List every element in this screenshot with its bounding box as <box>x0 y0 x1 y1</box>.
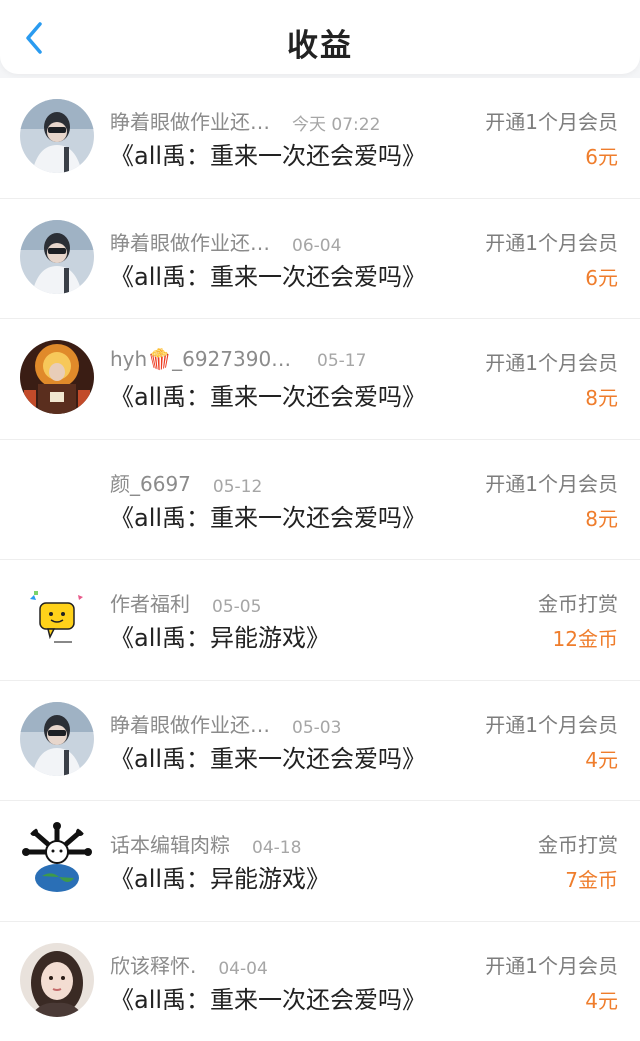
income-type: 开通1个月会员 <box>485 950 618 979</box>
income-type: 开通1个月会员 <box>485 106 618 135</box>
book-title: 《all禹：重来一次还会爱吗》 <box>110 498 426 533</box>
record-time: 05-05 <box>212 597 261 617</box>
record-meta: 睁着眼做作业还… 06-04 <box>110 227 341 256</box>
record-time: 04-04 <box>218 959 267 979</box>
record-meta: 睁着眼做作业还… 今天 07:22 <box>110 106 380 135</box>
record-meta: 睁着眼做作业还… 05-03 <box>110 709 341 738</box>
income-record[interactable]: 颜_6697 05-12 《all禹：重来一次还会爱吗》 开通1个月会员 8元 <box>0 439 640 560</box>
record-meta: 欣该释怀. 04-04 <box>110 950 268 979</box>
book-title: 《all禹：重来一次还会爱吗》 <box>110 980 426 1015</box>
user-name: 作者福利 <box>110 588 190 617</box>
top-bar: 收益 <box>0 0 640 74</box>
user-name: 睁着眼做作业还… <box>110 106 270 135</box>
user-name: 睁着眼做作业还… <box>110 709 270 738</box>
income-record[interactable]: 欣该释怀. 04-04 《all禹：重来一次还会爱吗》 开通1个月会员 4元 <box>0 921 640 1041</box>
avatar[interactable] <box>20 702 94 776</box>
user-name: 睁着眼做作业还… <box>110 227 270 256</box>
record-time: 06-04 <box>292 236 341 256</box>
income-type: 开通1个月会员 <box>485 468 618 497</box>
page-title: 收益 <box>0 20 640 65</box>
income-amount: 12金币 <box>553 623 618 652</box>
income-type: 开通1个月会员 <box>485 709 618 738</box>
income-record[interactable]: 作者福利 05-05 《all禹：异能游戏》 金币打赏 12金币 <box>0 559 640 680</box>
income-amount: 6元 <box>585 262 618 291</box>
income-record[interactable]: hyh🍿_69273906… 05-17 《all禹：重来一次还会爱吗》 开通1个… <box>0 318 640 439</box>
income-record[interactable]: 睁着眼做作业还… 05-03 《all禹：重来一次还会爱吗》 开通1个月会员 4元 <box>0 680 640 801</box>
income-record[interactable]: 话本编辑肉粽 04-18 《all禹：异能游戏》 金币打赏 7金币 <box>0 800 640 921</box>
record-meta: 颜_6697 05-12 <box>110 468 262 497</box>
book-title: 《all禹：重来一次还会爱吗》 <box>110 136 426 171</box>
user-name: 话本编辑肉粽 <box>110 829 230 858</box>
income-record[interactable]: 睁着眼做作业还… 今天 07:22 《all禹：重来一次还会爱吗》 开通1个月会员… <box>0 78 640 198</box>
income-type: 开通1个月会员 <box>485 227 618 256</box>
income-record[interactable]: 睁着眼做作业还… 06-04 《all禹：重来一次还会爱吗》 开通1个月会员 6元 <box>0 198 640 319</box>
record-time: 今天 07:22 <box>292 115 380 135</box>
avatar[interactable] <box>20 822 94 896</box>
user-name: 颜_6697 <box>110 468 191 497</box>
book-title: 《all禹：异能游戏》 <box>110 859 330 894</box>
income-type: 金币打赏 <box>538 829 618 858</box>
avatar[interactable] <box>20 220 94 294</box>
book-title: 《all禹：重来一次还会爱吗》 <box>110 257 426 292</box>
record-time: 05-03 <box>292 718 341 738</box>
income-amount: 4元 <box>585 744 618 773</box>
record-time: 04-18 <box>252 838 301 858</box>
income-amount: 8元 <box>585 503 618 532</box>
income-amount: 6元 <box>585 141 618 170</box>
record-meta: 话本编辑肉粽 04-18 <box>110 829 301 858</box>
book-title: 《all禹：异能游戏》 <box>110 618 330 653</box>
record-meta: hyh🍿_69273906… 05-17 <box>110 347 366 371</box>
user-name: 欣该释怀. <box>110 950 196 979</box>
income-amount: 8元 <box>585 382 618 411</box>
avatar[interactable] <box>20 340 94 414</box>
income-amount: 4元 <box>585 985 618 1014</box>
book-title: 《all禹：重来一次还会爱吗》 <box>110 739 426 774</box>
income-amount: 7金币 <box>565 864 618 893</box>
record-time: 05-12 <box>213 477 262 497</box>
income-type: 开通1个月会员 <box>485 347 618 376</box>
record-meta: 作者福利 05-05 <box>110 588 261 617</box>
income-list: 睁着眼做作业还… 今天 07:22 《all禹：重来一次还会爱吗》 开通1个月会员… <box>0 78 640 1041</box>
income-type: 金币打赏 <box>538 588 618 617</box>
avatar[interactable] <box>20 99 94 173</box>
user-name: hyh🍿_69273906… <box>110 347 295 371</box>
avatar[interactable] <box>20 581 94 655</box>
record-time: 05-17 <box>317 351 366 371</box>
book-title: 《all禹：重来一次还会爱吗》 <box>110 377 426 412</box>
avatar[interactable] <box>20 943 94 1017</box>
